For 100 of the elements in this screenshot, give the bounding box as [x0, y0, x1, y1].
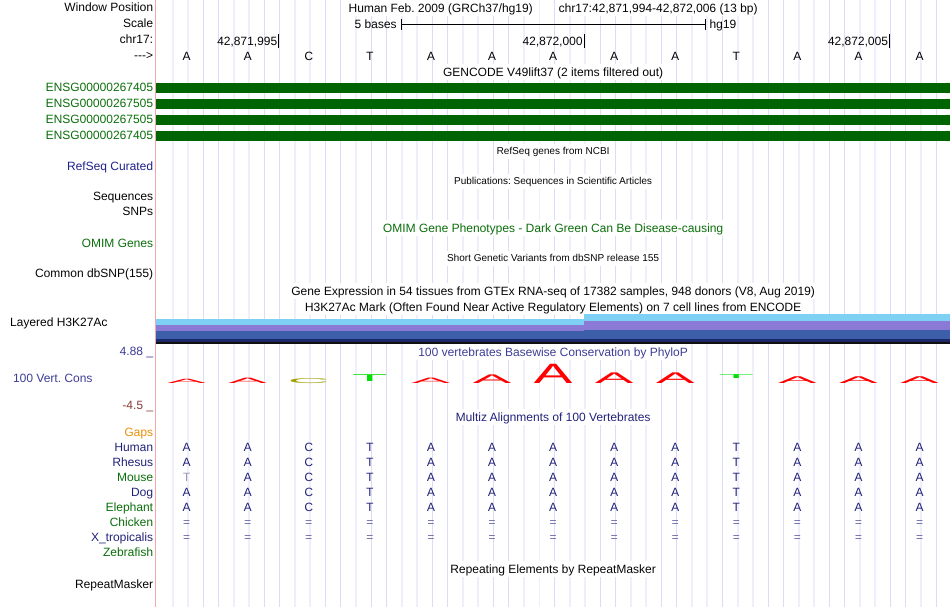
alignment-base: A [670, 455, 680, 470]
gene-bar[interactable] [156, 99, 950, 109]
track-label[interactable]: OMIM Genes [82, 236, 153, 251]
alignment-base: A [426, 440, 436, 455]
gene-bar[interactable] [156, 115, 950, 125]
species-label[interactable]: Human [114, 440, 153, 455]
coordinate-label: 42,871,995 [217, 34, 280, 48]
alignment-base: A [914, 500, 924, 515]
alignment-base: A [486, 455, 497, 470]
conservation-letter: A [594, 369, 634, 386]
gap-mark: = [243, 530, 252, 545]
row-label[interactable]: chr17: [120, 32, 153, 47]
gap-mark: = [610, 530, 619, 545]
conservation-letter: A [656, 369, 694, 386]
base-letter: T [365, 48, 374, 64]
base-letter: A [914, 48, 924, 64]
axis-label: -4.5 _ [122, 398, 153, 413]
track-title: H3K27Ac Mark (Often Found Near Active Regulatory Elements) on 7 cell lines from ENCODE [302, 299, 804, 315]
alignment-base: A [486, 485, 497, 500]
row-label[interactable]: Window Position [64, 0, 153, 15]
alignment-base: A [182, 485, 192, 500]
gap-mark: = [548, 515, 558, 530]
conservation-letter: A [778, 374, 817, 386]
alignment-base: C [303, 485, 314, 500]
base-letter: T [732, 48, 741, 64]
track-title: Publications: Sequences in Scientific Articles [452, 174, 654, 189]
gap-mark: = [854, 530, 863, 545]
alignment-base: A [426, 500, 436, 515]
alignment-base: T [365, 500, 374, 515]
base-letter: A [609, 48, 620, 64]
gene-label[interactable]: ENSG00000267405 [46, 80, 153, 95]
alignment-base: A [670, 485, 680, 500]
gap-mark: = [792, 530, 802, 545]
alignment-base: A [792, 500, 802, 515]
species-label[interactable]: Dog [130, 485, 153, 500]
alignment-base: A [853, 485, 864, 500]
species-label[interactable]: Chicken [110, 515, 153, 530]
gap-mark: = [365, 530, 374, 545]
alignment-base: T [365, 440, 374, 455]
alignment-base: A [914, 470, 924, 485]
strand-label[interactable]: ---> [134, 48, 153, 63]
track-label[interactable]: RepeatMasker [74, 577, 153, 592]
species-label[interactable]: X_tropicalis [90, 530, 153, 545]
alignment-base: C [303, 470, 314, 485]
alignment-base: A [182, 455, 192, 470]
gene-label[interactable]: ENSG00000267405 [46, 128, 153, 143]
alignment-base: A [426, 485, 436, 500]
track-label[interactable]: 100 Vert. Cons [0, 371, 92, 386]
species-label[interactable]: Elephant [106, 500, 153, 515]
gene-bar[interactable] [156, 83, 950, 93]
alignment-base: A [792, 455, 802, 470]
track-label[interactable]: RefSeq Curated [66, 159, 153, 174]
alignment-base: A [242, 440, 253, 455]
gene-label[interactable]: ENSG00000267505 [46, 112, 153, 127]
alignment-base: A [914, 440, 924, 455]
track-label[interactable]: Layered H3K27Ac [0, 315, 108, 330]
alignment-base: A [670, 500, 680, 515]
conservation-letter: T [352, 372, 388, 384]
base-letter: A [242, 48, 253, 64]
gap-mark: = [732, 515, 741, 530]
alignment-base: A [853, 500, 864, 515]
species-label[interactable]: Rhesus [112, 455, 153, 470]
gap-mark: = [487, 530, 496, 545]
gap-mark: = [243, 515, 252, 530]
track-title: Repeating Elements by RepeatMasker [448, 561, 658, 577]
alignment-base: A [548, 440, 558, 455]
track-label[interactable]: SNPs [122, 204, 153, 219]
track-title: Multiz Alignments of 100 Vertebrates [454, 409, 652, 425]
species-label[interactable]: Mouse [116, 470, 153, 485]
row-label[interactable]: Scale [122, 16, 153, 31]
alignment-base: T [365, 455, 374, 470]
gap-mark: = [426, 530, 436, 545]
track-title: GENCODE V49lift37 (2 items filtered out) [440, 64, 666, 80]
alignment-base: A [792, 470, 802, 485]
gap-mark: = [914, 530, 924, 545]
alignment-base: A [853, 470, 864, 485]
gap-mark: = [610, 515, 619, 530]
gap-mark: = [854, 515, 863, 530]
alignment-base: A [242, 500, 253, 515]
alignment-base: A [242, 470, 253, 485]
alignment-base: T [732, 470, 741, 485]
alignment-base: A [670, 470, 680, 485]
base-letter: A [426, 48, 436, 64]
alignment-base: A [486, 500, 497, 515]
alignment-base: A [242, 485, 253, 500]
base-letter: A [182, 48, 192, 64]
base-letter: A [853, 48, 864, 64]
conservation-letter: A [839, 374, 878, 386]
gene-label[interactable]: ENSG00000267505 [46, 96, 153, 111]
track-label[interactable]: Common dbSNP(155) [34, 266, 153, 281]
gap-mark: = [426, 515, 436, 530]
species-label[interactable]: Zebrafish [102, 545, 153, 560]
gap-mark: = [914, 515, 924, 530]
alignment-base: T [732, 455, 741, 470]
track-label[interactable]: Sequences [92, 189, 153, 204]
alignment-base: A [182, 500, 192, 515]
gene-bar[interactable] [156, 131, 950, 141]
alignment-base: A [792, 485, 802, 500]
alignment-base: A [609, 455, 620, 470]
alignment-base: T [365, 485, 374, 500]
